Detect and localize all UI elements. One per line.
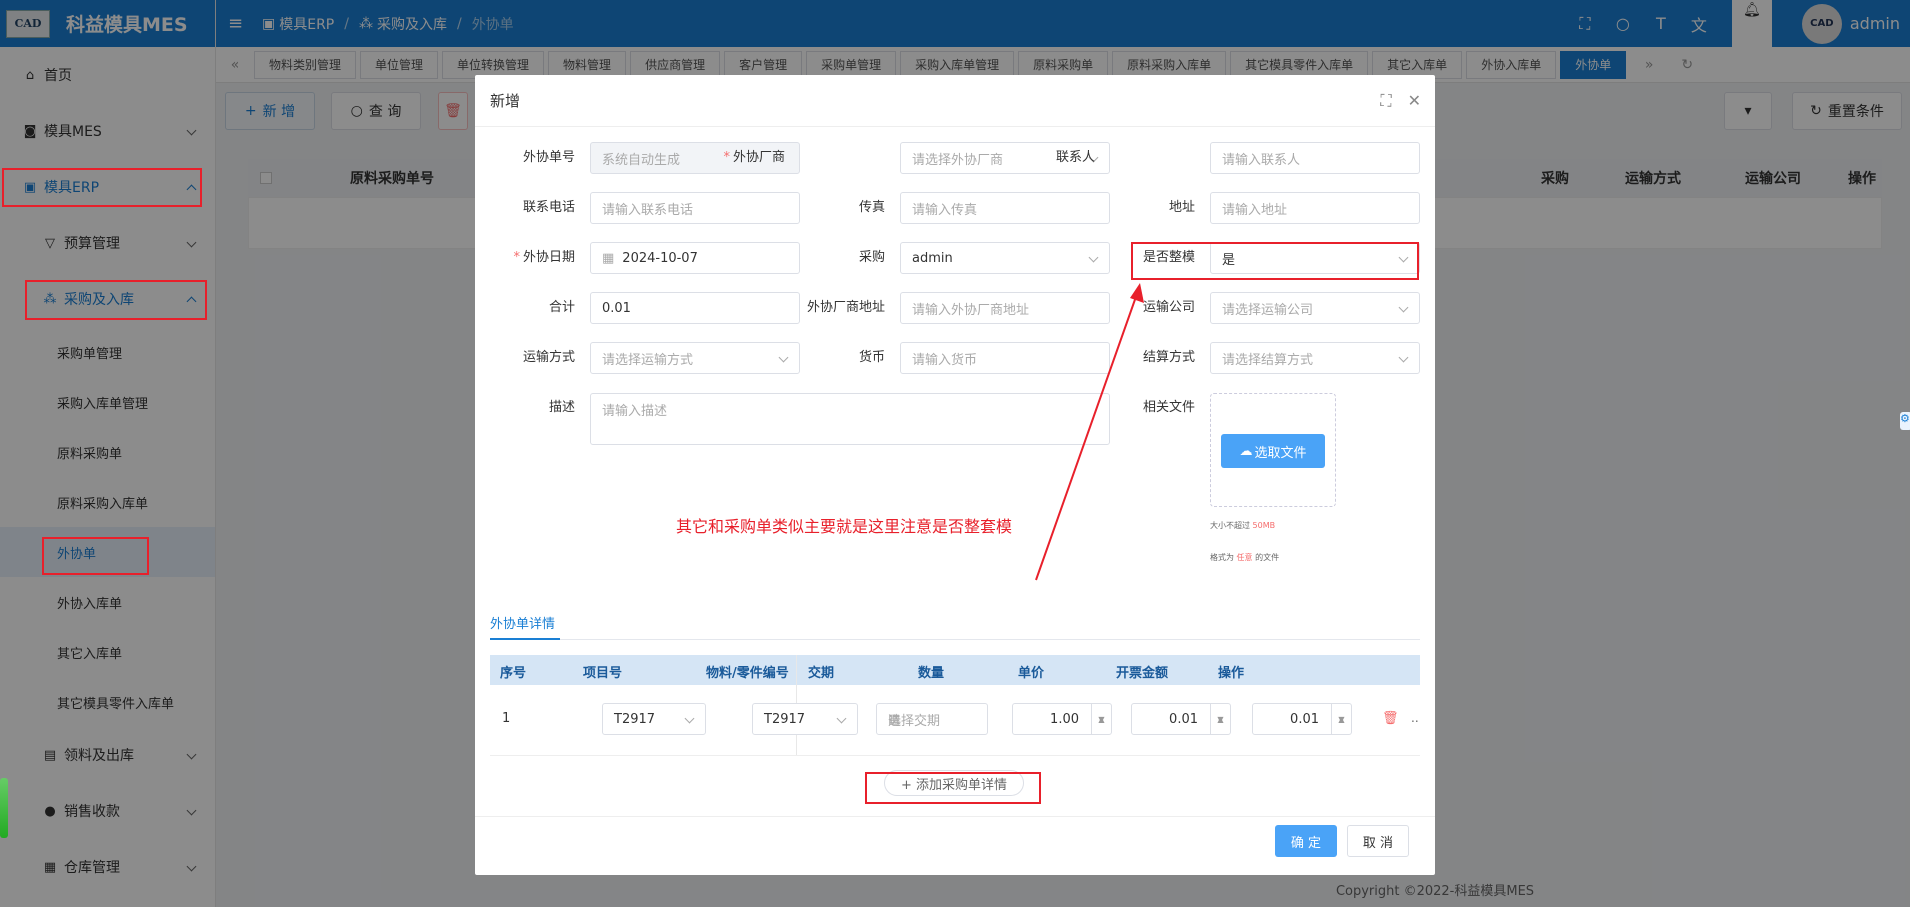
vendor-label: * 外协厂商 bbox=[723, 150, 785, 165]
detail-table-header: 序号 项目号 物料/零件编号 交期 数量 单价 开票金额 操作 bbox=[490, 655, 1420, 685]
scroll-indicator bbox=[0, 778, 8, 838]
column-header: 物料/零件编号 bbox=[706, 666, 789, 681]
stepper-arrows-icon[interactable]: ▲ ▼ bbox=[1091, 704, 1111, 734]
phone-input[interactable]: 请输入联系电话 bbox=[590, 192, 800, 224]
stepper-arrows-icon[interactable]: ▲ ▼ bbox=[1210, 704, 1230, 734]
column-header: 项目号 bbox=[583, 666, 623, 681]
highlight-box-outsource-order bbox=[42, 537, 149, 575]
dialog-tools: ⛶ ✕ bbox=[1380, 91, 1421, 111]
total-label: 合计 bbox=[548, 300, 575, 315]
date-label: * 外协日期 bbox=[513, 250, 575, 265]
column-header: 交期 bbox=[808, 666, 835, 681]
calendar-icon: ▦ bbox=[602, 250, 615, 266]
contact-label: 联系人 bbox=[1055, 150, 1095, 165]
desc-label: 描述 bbox=[548, 400, 575, 415]
highlight-box-add-detail bbox=[865, 772, 1041, 804]
chevron-down-icon bbox=[1398, 352, 1409, 363]
fax-input[interactable]: 请输入传真 bbox=[900, 192, 1110, 224]
highlight-box-purchase-inbound bbox=[25, 280, 207, 320]
column-header: 开票金额 bbox=[1116, 666, 1169, 681]
date-picker[interactable]: ▦ 2024-10-07 bbox=[590, 242, 800, 274]
ship-method-select[interactable]: 请选择运输方式 bbox=[590, 342, 800, 374]
highlight-box-mold-erp bbox=[2, 168, 202, 207]
upload-size-hint: 大小不超过 50MB bbox=[1210, 521, 1276, 530]
due-date-picker[interactable]: ▦ 选择交期 bbox=[876, 703, 988, 735]
address-input[interactable]: 请输入地址 bbox=[1210, 192, 1420, 224]
annotation-text: 其它和采购单类似主要就是这里注意是否整套模 bbox=[676, 517, 1013, 536]
column-header: 序号 bbox=[500, 666, 527, 681]
carrier-select[interactable]: 请选择运输公司 bbox=[1210, 292, 1420, 324]
dialog-title: 新增 bbox=[490, 92, 521, 110]
vendor-address-label: 外协厂商地址 bbox=[806, 300, 885, 315]
chevron-down-icon bbox=[684, 713, 695, 724]
more-icon[interactable]: .. bbox=[1411, 711, 1419, 725]
cancel-button[interactable]: 取 消 bbox=[1347, 825, 1409, 857]
fax-label: 传真 bbox=[858, 200, 885, 215]
delete-icon[interactable]: 🗑︎ bbox=[1382, 711, 1399, 726]
contact-input[interactable]: 请输入联系人 bbox=[1210, 142, 1420, 174]
phone-label: 联系电话 bbox=[522, 200, 575, 215]
settle-select[interactable]: 请选择结算方式 bbox=[1210, 342, 1420, 374]
price-stepper[interactable]: 0.01 ▲ ▼ bbox=[1131, 703, 1231, 735]
stepper-arrows-icon[interactable]: ▲ ▼ bbox=[1331, 704, 1351, 734]
ship-method-label: 运输方式 bbox=[522, 350, 575, 365]
order-no-label: 外协单号 bbox=[522, 150, 575, 165]
qty-stepper[interactable]: 1.00 ▲ ▼ bbox=[1012, 703, 1112, 735]
column-header: 单价 bbox=[1018, 666, 1045, 681]
row-seq: 1 bbox=[502, 711, 511, 726]
close-icon[interactable]: ✕ bbox=[1408, 91, 1421, 111]
dialog-header: 新增 ⛶ ✕ bbox=[475, 75, 1435, 127]
chevron-down-icon bbox=[836, 713, 847, 724]
add-dialog: 新增 ⛶ ✕ 外协单号 系统自动生成 * 外协厂商 请选择外协厂商 联系人 请输入… bbox=[475, 75, 1435, 875]
settings-icon[interactable]: ⚙ bbox=[1900, 412, 1910, 430]
column-header: 数量 bbox=[918, 666, 945, 681]
app-root: CAD 科益模具MES ⌂ 首页 ◙ 模具MES ▣ 模具ERP ▽ 预算管理 ⁂ 采购及… bbox=[0, 0, 1910, 907]
cloud-upload-icon: ☁ bbox=[1239, 443, 1253, 459]
currency-label: 货币 bbox=[858, 350, 885, 365]
purchaser-select[interactable]: admin bbox=[900, 242, 1110, 274]
purchaser-label: 采购 bbox=[858, 250, 885, 265]
part-select[interactable]: T2917 bbox=[752, 703, 858, 735]
highlight-box-whole-mold bbox=[1131, 242, 1419, 280]
amount-stepper[interactable]: 0.01 ▲ ▼ bbox=[1252, 703, 1352, 735]
address-label: 地址 bbox=[1168, 200, 1195, 215]
project-select[interactable]: T2917 bbox=[602, 703, 706, 735]
file-upload-area[interactable]: ☁ 选取文件 bbox=[1210, 393, 1336, 507]
maximize-icon[interactable]: ⛶ bbox=[1380, 91, 1391, 111]
tab-detail[interactable]: 外协单详情 bbox=[490, 613, 555, 632]
annotation-arrow bbox=[1035, 283, 1144, 581]
confirm-button[interactable]: 确 定 bbox=[1275, 825, 1337, 857]
choose-file-button[interactable]: ☁ 选取文件 bbox=[1221, 434, 1325, 468]
column-header: 操作 bbox=[1218, 666, 1245, 681]
chevron-down-icon bbox=[1398, 302, 1409, 313]
upload-format-hint: 格式为 任意 的文件 bbox=[1210, 553, 1280, 562]
